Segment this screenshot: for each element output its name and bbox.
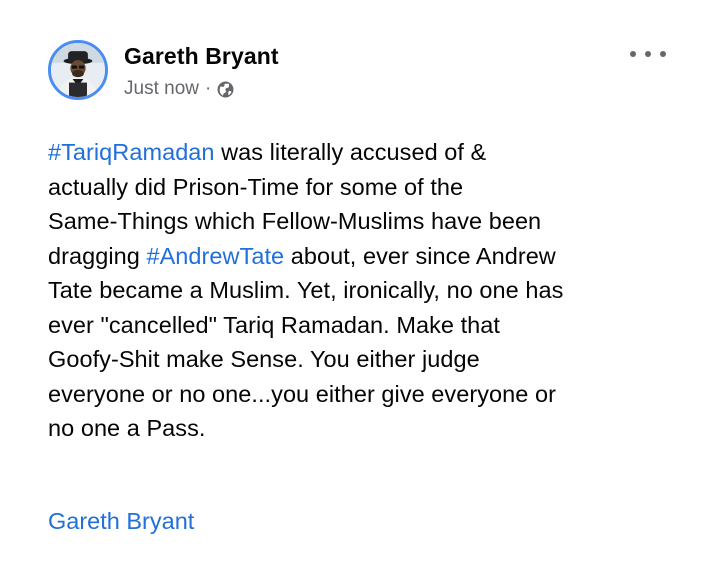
signature-link[interactable]: Gareth Bryant	[48, 506, 194, 536]
post-line: #TariqRamadan was literally accused of &	[48, 135, 708, 170]
post-header: Gareth Bryant Just now ·	[48, 40, 279, 100]
hashtag-link-andrewtate[interactable]: #AndrewTate	[146, 243, 284, 269]
post-line: Goofy-Shit make Sense. You either judge	[48, 346, 480, 372]
meta-separator: ·	[204, 78, 212, 99]
post-card: Gareth Bryant Just now · #TariqRamadan w…	[0, 0, 720, 577]
more-horizontal-icon	[630, 51, 636, 57]
author-name[interactable]: Gareth Bryant	[124, 42, 279, 70]
more-options-button[interactable]	[630, 44, 666, 64]
post-timestamp[interactable]: Just now	[124, 78, 199, 100]
post-line: dragging #AndrewTate about, ever since A…	[48, 239, 708, 274]
post-line: actually did Prison-Time for some of the	[48, 173, 464, 200]
avatar-photo	[51, 43, 105, 97]
hashtag-link-tariqramadan[interactable]: #TariqRamadan	[48, 139, 215, 165]
author-block: Gareth Bryant Just now ·	[124, 42, 279, 100]
post-line: no one a Pass.	[48, 415, 206, 441]
post-line: Same-Things which Fellow-Muslims have be…	[48, 208, 542, 234]
post-line: Tate became a Muslim. Yet, ironically, n…	[48, 277, 564, 303]
globe-icon[interactable]	[217, 81, 234, 98]
more-horizontal-icon	[645, 51, 651, 57]
avatar[interactable]	[48, 40, 108, 100]
post-text-span: was literally accused of &	[214, 139, 487, 165]
post-text-span: dragging	[48, 242, 147, 269]
post-meta: Just now ·	[124, 78, 279, 100]
post-text: #TariqRamadan was literally accused of &…	[48, 135, 708, 446]
post-line: ever "cancelled" Tariq Ramadan. Make tha…	[48, 311, 500, 338]
post-text-span: about, ever since Andrew	[284, 242, 556, 269]
post-line: everyone or no one...you either give eve…	[48, 380, 556, 407]
more-horizontal-icon	[660, 51, 666, 57]
